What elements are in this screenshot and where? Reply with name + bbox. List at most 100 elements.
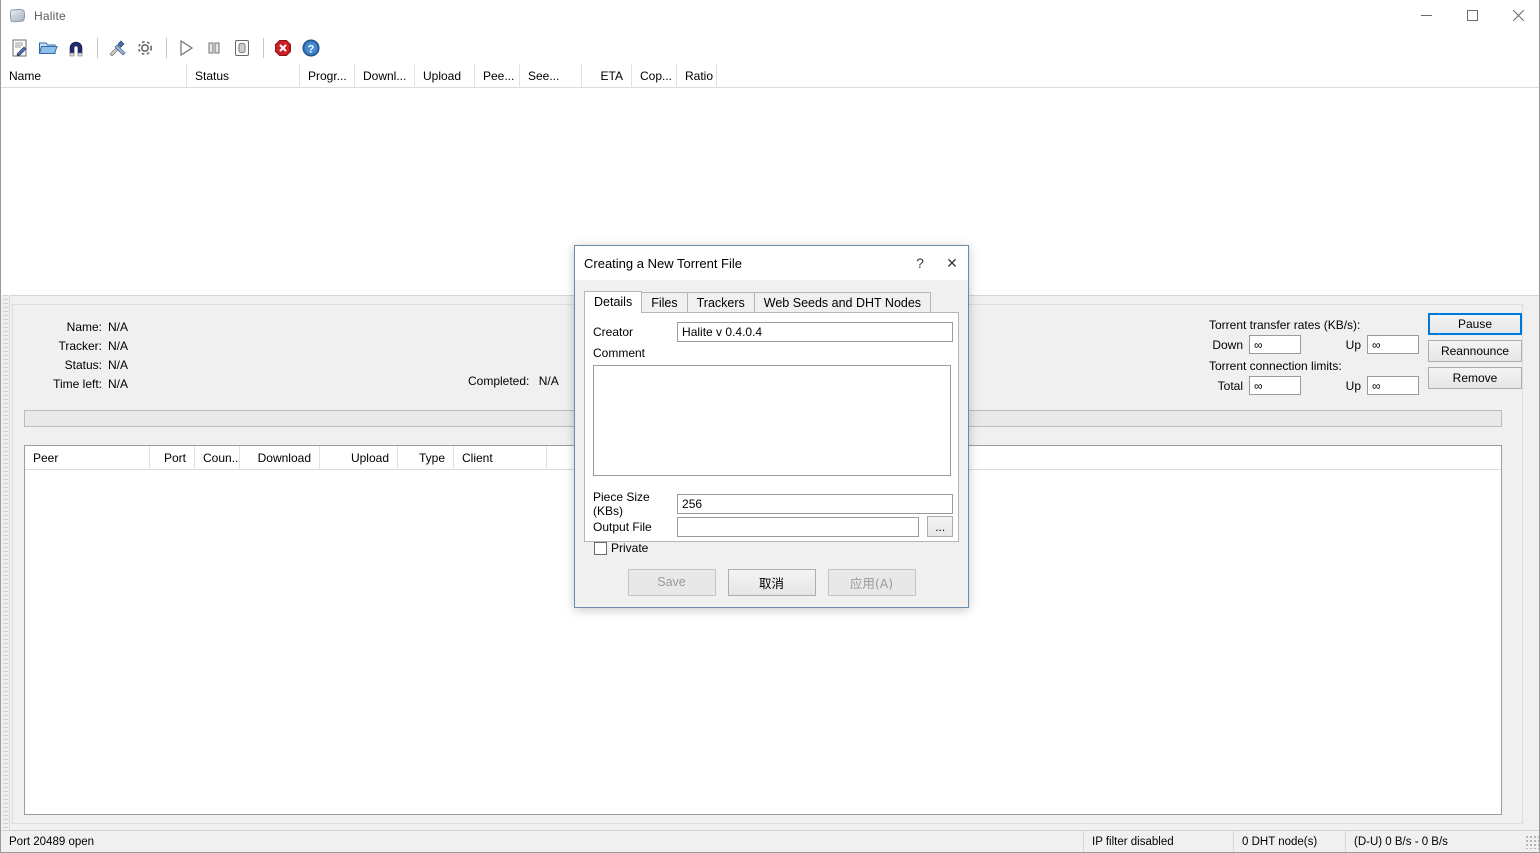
tab-web-seeds-dht[interactable]: Web Seeds and DHT Nodes bbox=[753, 292, 932, 313]
detail-row-name: Name: N/A bbox=[13, 317, 573, 336]
dialog-close-icon[interactable]: ✕ bbox=[936, 246, 968, 280]
torrent-list-header: Name Status Progr... Downl... Upload Pee… bbox=[1, 63, 1539, 88]
maximize-icon[interactable] bbox=[1449, 0, 1495, 31]
piece-size-label: Piece Size (KBs) bbox=[593, 490, 650, 518]
piece-size-input[interactable] bbox=[677, 494, 953, 514]
rate-down-label: Down bbox=[1212, 337, 1243, 352]
new-torrent-icon[interactable] bbox=[7, 35, 33, 61]
apply-button[interactable]: 应用(A) bbox=[827, 568, 916, 596]
output-file-input[interactable] bbox=[676, 516, 920, 537]
detail-value-name: N/A bbox=[108, 319, 129, 334]
output-file-row: Output File ... bbox=[593, 516, 953, 537]
halite-rock-icon bbox=[9, 7, 26, 24]
private-label: Private bbox=[611, 541, 649, 555]
detail-label-name: Name: bbox=[66, 319, 102, 334]
column-header-upload[interactable]: Upload bbox=[415, 63, 475, 88]
toolbar-separator bbox=[166, 37, 167, 58]
creator-label: Creator bbox=[593, 325, 634, 339]
detail-row-status: Status: N/A bbox=[13, 355, 573, 374]
rate-down-input[interactable] bbox=[1249, 335, 1301, 354]
peer-column-download[interactable]: Download bbox=[240, 445, 320, 470]
column-header-seeds[interactable]: See... bbox=[520, 63, 582, 88]
peer-column-peer[interactable]: Peer bbox=[25, 445, 150, 470]
peer-column-upload[interactable]: Upload bbox=[320, 445, 398, 470]
window-title: Halite bbox=[34, 8, 66, 23]
comment-textarea[interactable] bbox=[593, 365, 951, 476]
detail-label-time-left: Time left: bbox=[53, 376, 102, 391]
peer-column-port[interactable]: Port bbox=[150, 445, 195, 470]
detail-value-time-left: N/A bbox=[108, 376, 129, 391]
dialog-body: Details Files Trackers Web Seeds and DHT… bbox=[575, 280, 968, 607]
piece-size-row: Piece Size (KBs) bbox=[593, 490, 953, 518]
magnet-icon[interactable] bbox=[63, 35, 89, 61]
open-folder-icon[interactable] bbox=[35, 35, 61, 61]
remove-icon[interactable] bbox=[270, 35, 296, 61]
detail-row-tracker: Tracker: N/A bbox=[13, 336, 573, 355]
detail-value-tracker: N/A bbox=[108, 338, 129, 353]
peer-column-type[interactable]: Type bbox=[398, 445, 454, 470]
tab-details[interactable]: Details bbox=[584, 291, 643, 313]
panel-splitter-handle[interactable] bbox=[1, 295, 10, 833]
save-button[interactable]: Save bbox=[627, 568, 716, 596]
title-bar: Halite bbox=[1, 0, 1539, 31]
limit-up-input[interactable] bbox=[1367, 376, 1419, 395]
dialog-title-buttons: ? ✕ bbox=[904, 246, 968, 280]
column-header-download[interactable]: Downl... bbox=[355, 63, 415, 88]
dialog-help-icon[interactable]: ? bbox=[904, 246, 936, 280]
dialog-footer: Save 取消 应用(A) bbox=[575, 567, 968, 597]
detail-label-status: Status: bbox=[64, 357, 102, 372]
comment-label: Comment bbox=[593, 346, 646, 360]
rate-up-label: Up bbox=[1345, 337, 1361, 352]
resize-grip-icon[interactable] bbox=[1525, 834, 1539, 849]
dialog-title-bar: Creating a New Torrent File ? ✕ bbox=[575, 246, 968, 280]
detail-value-completed: N/A bbox=[538, 374, 559, 388]
play-icon[interactable] bbox=[173, 35, 199, 61]
help-icon[interactable]: ? bbox=[298, 35, 324, 61]
detail-value-status: N/A bbox=[108, 357, 129, 372]
toolbar-separator bbox=[263, 37, 264, 58]
dialog-tabs: Details Files Trackers Web Seeds and DHT… bbox=[584, 291, 932, 313]
private-checkbox[interactable] bbox=[594, 541, 607, 555]
status-port: Port 20489 open bbox=[9, 835, 95, 848]
minimize-icon[interactable] bbox=[1403, 0, 1449, 31]
reannounce-button[interactable]: Reannounce bbox=[1428, 340, 1522, 362]
column-header-name[interactable]: Name bbox=[1, 63, 187, 88]
pause-icon[interactable] bbox=[201, 35, 227, 61]
cancel-button[interactable]: 取消 bbox=[727, 568, 816, 596]
creator-input[interactable] bbox=[677, 322, 953, 342]
status-dht-nodes: 0 DHT node(s) bbox=[1233, 830, 1345, 852]
column-header-progress[interactable]: Progr... bbox=[300, 63, 355, 88]
stop-icon[interactable] bbox=[229, 35, 255, 61]
status-transfer-rates: (D-U) 0 B/s - 0 B/s bbox=[1345, 830, 1525, 852]
window-controls bbox=[1403, 0, 1539, 31]
torrent-action-buttons: Pause Reannounce Remove bbox=[1428, 313, 1522, 394]
tab-trackers[interactable]: Trackers bbox=[686, 292, 755, 313]
peer-column-client[interactable]: Client bbox=[454, 445, 547, 470]
settings-gear-icon[interactable] bbox=[132, 35, 158, 61]
svg-text:?: ? bbox=[308, 43, 315, 55]
close-icon[interactable] bbox=[1495, 0, 1539, 31]
detail-label-tracker: Tracker: bbox=[58, 338, 102, 353]
tools-icon[interactable] bbox=[104, 35, 130, 61]
toolbar-separator bbox=[97, 37, 98, 58]
output-file-label: Output File bbox=[593, 519, 652, 534]
column-header-ratio[interactable]: Ratio bbox=[677, 63, 717, 88]
creator-row: Creator bbox=[593, 322, 953, 342]
limit-total-input[interactable] bbox=[1249, 376, 1301, 395]
column-header-copies[interactable]: Cop... bbox=[632, 63, 677, 88]
pause-button[interactable]: Pause bbox=[1428, 313, 1522, 335]
browse-button[interactable]: ... bbox=[927, 516, 953, 537]
tab-files[interactable]: Files bbox=[641, 292, 688, 313]
detail-label-completed: Completed: bbox=[468, 374, 530, 388]
peer-column-country[interactable]: Coun... bbox=[195, 445, 240, 470]
column-header-eta[interactable]: ETA bbox=[582, 63, 632, 88]
create-torrent-dialog: Creating a New Torrent File ? ✕ Details … bbox=[574, 245, 969, 608]
rate-up-input[interactable] bbox=[1367, 335, 1419, 354]
private-checkbox-row[interactable]: Private bbox=[594, 541, 648, 555]
column-header-peers[interactable]: Pee... bbox=[475, 63, 520, 88]
remove-button[interactable]: Remove bbox=[1428, 367, 1522, 389]
status-bar: Port 20489 open IP filter disabled 0 DHT… bbox=[1, 830, 1539, 852]
column-header-status[interactable]: Status bbox=[187, 63, 300, 88]
detail-row-completed: Completed: N/A bbox=[468, 374, 559, 388]
limit-up-label: Up bbox=[1345, 378, 1361, 393]
